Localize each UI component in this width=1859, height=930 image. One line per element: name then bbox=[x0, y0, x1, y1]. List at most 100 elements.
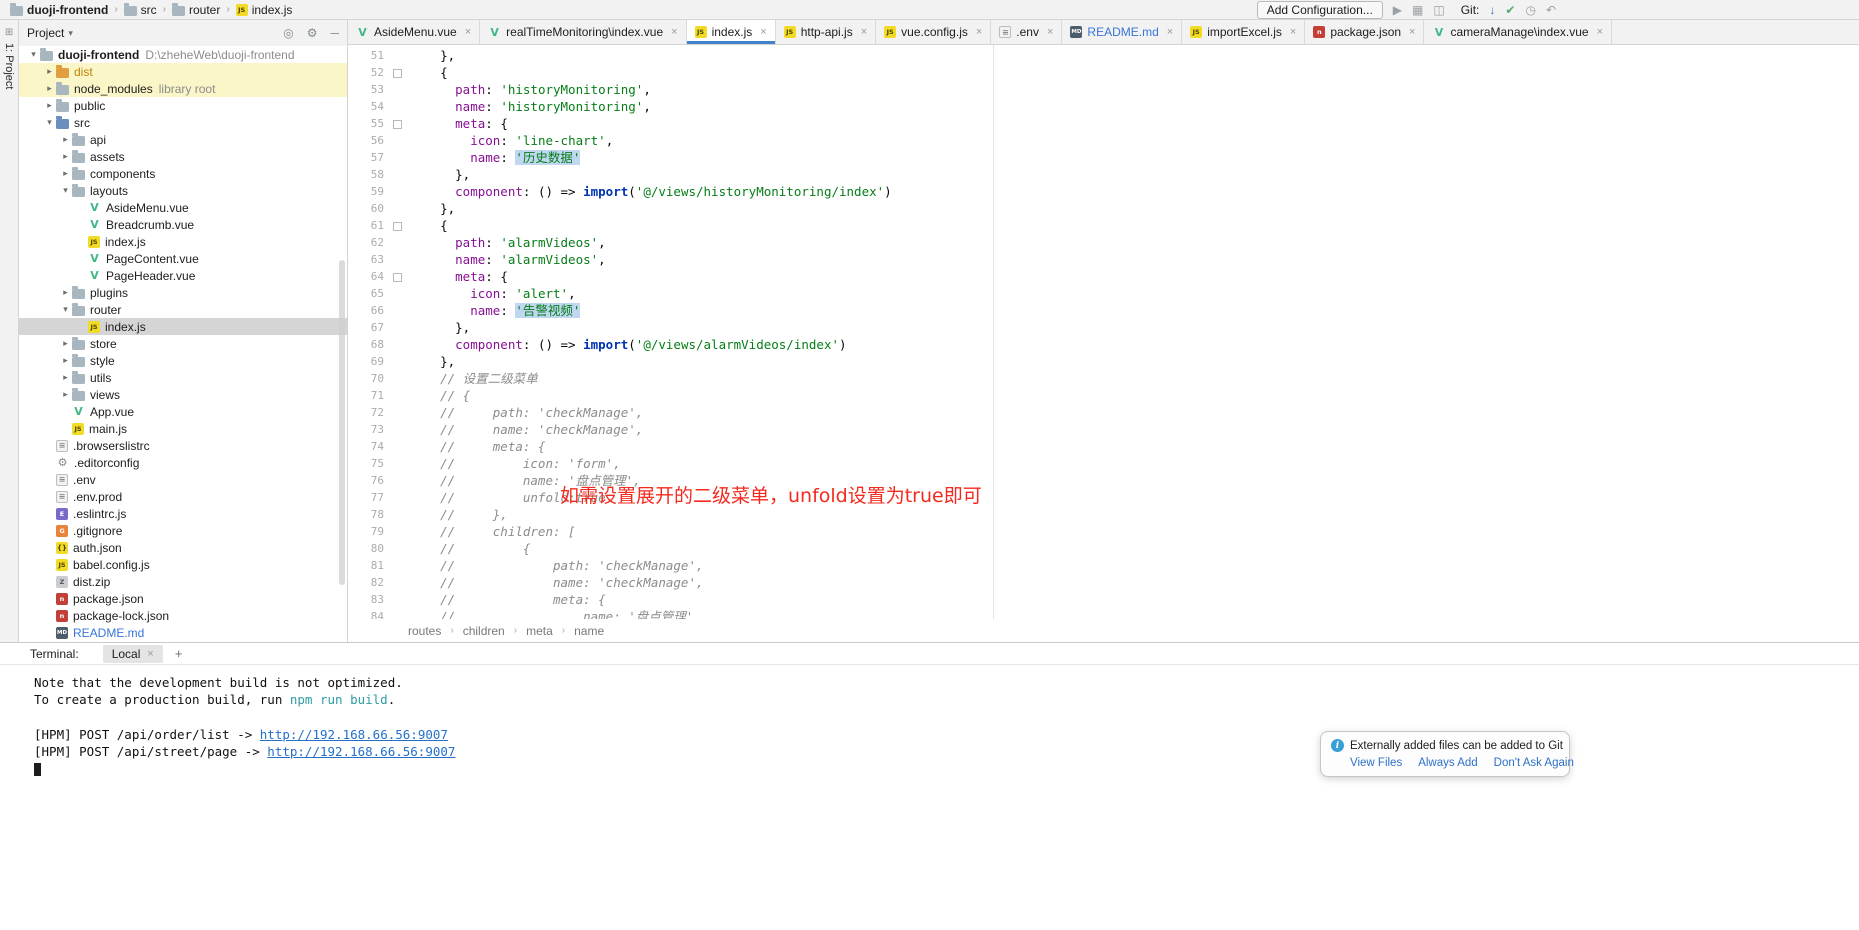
tree-item[interactable]: ▾src bbox=[19, 114, 347, 131]
notification-action[interactable]: View Files bbox=[1350, 757, 1402, 769]
chevron-right-icon[interactable]: ▸ bbox=[43, 66, 56, 77]
chevron-right-icon[interactable]: ▸ bbox=[59, 151, 72, 162]
notification-action[interactable]: Always Add bbox=[1418, 757, 1477, 769]
gear-icon[interactable]: ⚙ bbox=[307, 26, 318, 40]
tree-item[interactable]: ⚙.editorconfig bbox=[19, 454, 347, 471]
tree-item[interactable]: VAsideMenu.vue bbox=[19, 199, 347, 216]
git-update-icon[interactable]: ↓ bbox=[1489, 4, 1495, 16]
terminal-tab-local[interactable]: Local × bbox=[103, 645, 163, 663]
editor-tab[interactable]: JShttp-api.js× bbox=[776, 20, 876, 44]
tree-item[interactable]: ▾duoji-frontendD:\zheheWeb\duoji-fronten… bbox=[19, 46, 347, 63]
tree-item[interactable]: ▸plugins bbox=[19, 284, 347, 301]
chevron-right-icon[interactable]: ▸ bbox=[59, 134, 72, 145]
tree-item[interactable]: ▸public bbox=[19, 97, 347, 114]
close-icon[interactable]: × bbox=[147, 648, 153, 660]
tree-item[interactable]: JSbabel.config.js bbox=[19, 556, 347, 573]
chevron-right-icon[interactable]: ▸ bbox=[43, 83, 56, 94]
editor-tab[interactable]: JSvue.config.js× bbox=[876, 20, 991, 44]
chevron-down-icon[interactable]: ▾ bbox=[59, 185, 72, 196]
tree-item[interactable]: ▾layouts bbox=[19, 182, 347, 199]
tree-item[interactable]: G.gitignore bbox=[19, 522, 347, 539]
terminal-link[interactable]: http://192.168.66.56:9007 bbox=[260, 727, 448, 742]
breadcrumb-item[interactable]: router bbox=[170, 3, 222, 17]
history-icon[interactable]: ◷ bbox=[1525, 4, 1535, 16]
close-icon[interactable]: × bbox=[1047, 26, 1053, 38]
add-configuration-button[interactable]: Add Configuration... bbox=[1257, 1, 1383, 19]
close-icon[interactable]: × bbox=[976, 26, 982, 38]
chevron-right-icon[interactable]: ▸ bbox=[59, 287, 72, 298]
editor-tab[interactable]: VrealTimeMonitoring\index.vue× bbox=[480, 20, 686, 44]
editor-tab[interactable]: MDREADME.md× bbox=[1062, 20, 1182, 44]
tree-item[interactable]: ≡.browserslistrc bbox=[19, 437, 347, 454]
tree-item[interactable]: JSmain.js bbox=[19, 420, 347, 437]
tree-item[interactable]: E.eslintrc.js bbox=[19, 505, 347, 522]
tree-item[interactable]: npackage.json bbox=[19, 590, 347, 607]
chevron-right-icon[interactable]: ▸ bbox=[43, 100, 56, 111]
breadcrumb-item[interactable]: name bbox=[574, 624, 604, 638]
chevron-down-icon[interactable]: ▾ bbox=[27, 49, 40, 60]
rollback-icon[interactable]: ↶ bbox=[1546, 4, 1556, 16]
editor-tab[interactable]: npackage.json× bbox=[1305, 20, 1424, 44]
chevron-right-icon[interactable]: ▸ bbox=[59, 168, 72, 179]
close-icon[interactable]: × bbox=[465, 26, 471, 38]
breadcrumb-item[interactable]: src bbox=[122, 3, 159, 17]
tree-item[interactable]: VBreadcrumb.vue bbox=[19, 216, 347, 233]
project-tree-scrollbar[interactable] bbox=[339, 260, 345, 585]
chevron-down-icon[interactable]: ▾ bbox=[59, 304, 72, 315]
notification-action[interactable]: Don't Ask Again bbox=[1494, 757, 1574, 769]
tree-item[interactable]: ▸views bbox=[19, 386, 347, 403]
tree-item[interactable]: ▾router bbox=[19, 301, 347, 318]
close-icon[interactable]: × bbox=[1409, 26, 1415, 38]
tree-item[interactable]: JSindex.js bbox=[19, 318, 347, 335]
git-commit-icon[interactable]: ✔ bbox=[1505, 4, 1515, 16]
tree-item[interactable]: ▸dist bbox=[19, 63, 347, 80]
tree-item[interactable]: ▸components bbox=[19, 165, 347, 182]
locate-file-icon[interactable]: ◎ bbox=[283, 26, 293, 40]
chevron-right-icon[interactable]: ▸ bbox=[59, 372, 72, 383]
editor-tab[interactable]: JSimportExcel.js× bbox=[1182, 20, 1305, 44]
chevron-down-icon[interactable]: ▾ bbox=[43, 117, 56, 128]
editor-tab[interactable]: ≡.env× bbox=[991, 20, 1062, 44]
tree-item[interactable]: Zdist.zip bbox=[19, 573, 347, 590]
project-view-selector[interactable]: Project bbox=[27, 26, 64, 40]
breadcrumb-item[interactable]: duoji-frontend bbox=[8, 3, 110, 17]
tree-item[interactable]: ▸style bbox=[19, 352, 347, 369]
terminal-output[interactable]: Note that the development build is not o… bbox=[0, 665, 1859, 777]
chevron-right-icon[interactable]: ▸ bbox=[59, 338, 72, 349]
hide-panel-icon[interactable]: ─ bbox=[330, 26, 339, 40]
breadcrumb-item[interactable]: routes bbox=[408, 624, 441, 638]
window-layout-icon[interactable]: ◫ bbox=[1433, 4, 1444, 16]
tool-window-project-button[interactable]: ⊞ 1: Project bbox=[3, 23, 15, 93]
tree-item[interactable]: ▸assets bbox=[19, 148, 347, 165]
close-icon[interactable]: × bbox=[1597, 26, 1603, 38]
tree-item[interactable]: ≡.env bbox=[19, 471, 347, 488]
chevron-down-icon[interactable]: ▾ bbox=[68, 28, 73, 39]
close-icon[interactable]: × bbox=[1167, 26, 1173, 38]
tree-item[interactable]: ▸store bbox=[19, 335, 347, 352]
breadcrumb-item[interactable]: children bbox=[463, 624, 505, 638]
tree-item[interactable]: ▸api bbox=[19, 131, 347, 148]
close-icon[interactable]: × bbox=[1290, 26, 1296, 38]
tree-item[interactable]: VPageHeader.vue bbox=[19, 267, 347, 284]
build-icon[interactable]: ▦ bbox=[1412, 4, 1423, 16]
tree-item[interactable]: ▸utils bbox=[19, 369, 347, 386]
tree-item[interactable]: VApp.vue bbox=[19, 403, 347, 420]
code-editor[interactable]: 51 },52 {53 path: 'historyMonitoring',54… bbox=[348, 45, 1859, 619]
close-icon[interactable]: × bbox=[671, 26, 677, 38]
tree-item[interactable]: VPageContent.vue bbox=[19, 250, 347, 267]
chevron-right-icon[interactable]: ▸ bbox=[59, 355, 72, 366]
tree-item[interactable]: npackage-lock.json bbox=[19, 607, 347, 624]
editor-tab[interactable]: VcameraManage\index.vue× bbox=[1424, 20, 1612, 44]
breadcrumb-item[interactable]: JSindex.js bbox=[234, 3, 295, 17]
new-terminal-session-button[interactable]: + bbox=[175, 646, 183, 661]
close-icon[interactable]: × bbox=[861, 26, 867, 38]
tree-item[interactable]: {}auth.json bbox=[19, 539, 347, 556]
run-icon[interactable]: ▶ bbox=[1393, 4, 1402, 16]
close-icon[interactable]: × bbox=[760, 26, 766, 38]
editor-tab[interactable]: VAsideMenu.vue× bbox=[348, 20, 480, 44]
tree-item[interactable]: MDREADME.md bbox=[19, 624, 347, 641]
tree-item[interactable]: JSindex.js bbox=[19, 233, 347, 250]
terminal-link[interactable]: http://192.168.66.56:9007 bbox=[267, 744, 455, 759]
tree-item[interactable]: ≡.env.prod bbox=[19, 488, 347, 505]
breadcrumb-item[interactable]: meta bbox=[526, 624, 553, 638]
